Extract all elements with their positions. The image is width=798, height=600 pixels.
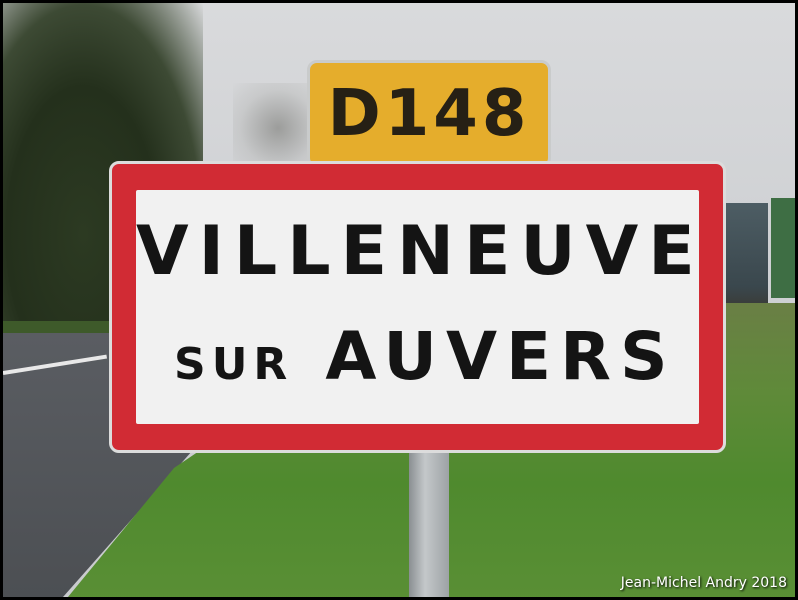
sign-post — [409, 443, 449, 597]
town-name-auvers: AUVERS — [325, 318, 677, 395]
road-number: D148 — [327, 77, 531, 151]
town-name-line2: SUR AUVERS — [174, 318, 676, 395]
town-name-sur: SUR — [174, 339, 294, 390]
green-shed — [771, 198, 795, 298]
road-number-plate: D148 — [307, 60, 551, 168]
photo-credit: Jean-Michel Andry 2018 — [620, 575, 787, 591]
photo-frame: D148 VILLENEUVE SUR AUVERS Jean-Michel An… — [3, 3, 795, 597]
sign-face: VILLENEUVE SUR AUVERS — [136, 190, 699, 424]
town-name-line1: VILLENEUVE — [136, 212, 705, 291]
town-entry-sign: VILLENEUVE SUR AUVERS — [109, 161, 726, 453]
